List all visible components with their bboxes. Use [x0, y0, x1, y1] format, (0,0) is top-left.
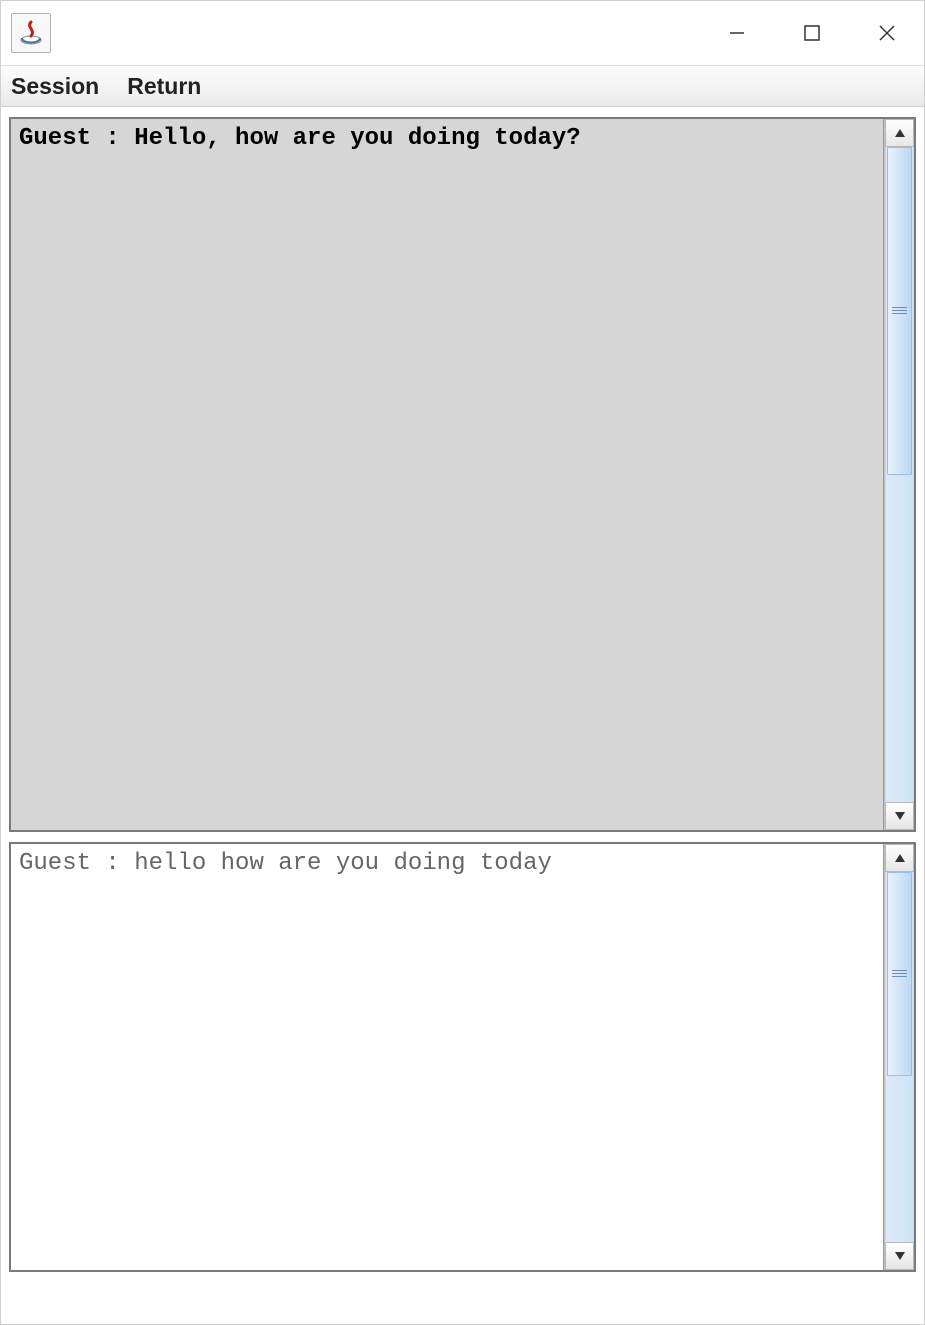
scroll-track[interactable]	[885, 872, 914, 1242]
scroll-up-button[interactable]	[885, 844, 914, 872]
chevron-up-icon	[894, 128, 906, 138]
chat-input-pane: Guest : hello how are you doing today	[9, 842, 916, 1272]
scroll-thumb[interactable]	[887, 872, 912, 1076]
menubar: Session Return	[1, 65, 924, 107]
scroll-thumb[interactable]	[887, 147, 912, 475]
scroll-track[interactable]	[885, 147, 914, 802]
scroll-down-button[interactable]	[885, 802, 914, 830]
java-app-icon	[11, 13, 51, 53]
chat-input-text[interactable]: Guest : hello how are you doing today	[11, 844, 884, 1270]
close-button[interactable]	[849, 8, 924, 58]
history-scrollbar[interactable]	[884, 119, 914, 830]
titlebar	[1, 1, 924, 65]
menu-session[interactable]: Session	[11, 73, 99, 100]
scroll-grip-icon	[892, 307, 907, 315]
scroll-grip-icon	[892, 970, 907, 978]
chat-history-pane: Guest : Hello, how are you doing today?	[9, 117, 916, 832]
maximize-button[interactable]	[774, 8, 849, 58]
chat-history-text: Guest : Hello, how are you doing today?	[11, 119, 884, 830]
app-window: Session Return Guest : Hello, how are yo…	[0, 0, 925, 1325]
scroll-down-button[interactable]	[885, 1242, 914, 1270]
minimize-button[interactable]	[699, 8, 774, 58]
input-scrollbar[interactable]	[884, 844, 914, 1270]
menu-return[interactable]: Return	[127, 73, 201, 100]
chevron-up-icon	[894, 853, 906, 863]
chevron-down-icon	[894, 1251, 906, 1261]
scroll-up-button[interactable]	[885, 119, 914, 147]
content-area: Guest : Hello, how are you doing today? …	[1, 107, 924, 1324]
chevron-down-icon	[894, 811, 906, 821]
